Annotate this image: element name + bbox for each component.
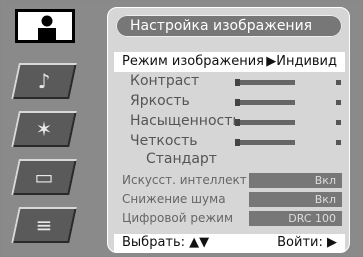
ai-option-value: Вкл — [249, 173, 342, 188]
settings-panel: Настройка изображения Режим изображения … — [107, 7, 350, 253]
picture-mode-value: ▶Индивид — [266, 52, 337, 72]
stars-icon[interactable]: ✶ — [11, 111, 77, 147]
slider-marker — [235, 139, 240, 146]
slider-end-marker — [336, 80, 341, 85]
select-hint: Выбрать: ▲▼ — [122, 235, 210, 250]
person-icon[interactable] — [15, 9, 75, 43]
digital-mode-value: DRC 100 — [249, 211, 342, 226]
picture-mode-row[interactable]: Режим изображения ▶Индивид — [114, 52, 345, 72]
enter-hint: Войти: ▶ — [277, 235, 337, 250]
slider-end-marker — [336, 120, 341, 125]
slider-marker — [235, 99, 240, 106]
tv-menu-frame: ♪ ✶ ▭ ≡ Настройка изображения Режим изоб… — [0, 0, 363, 257]
contrast-label[interactable]: Контраст — [130, 72, 199, 90]
sharpness-label[interactable]: Четкость — [130, 132, 198, 150]
document-icon[interactable]: ≡ — [11, 207, 77, 243]
contrast-slider[interactable] — [235, 79, 295, 86]
ai-option-label: Искусст. интеллект — [122, 173, 247, 187]
slider-marker — [235, 79, 240, 86]
briefcase-icon[interactable]: ▭ — [11, 159, 77, 195]
noise-reduction-row[interactable]: Снижение шума Вкл — [114, 191, 345, 208]
brightness-label[interactable]: Яркость — [130, 92, 190, 110]
arrow-right-icon: ▶ — [266, 54, 277, 69]
brightness-slider[interactable] — [235, 99, 295, 106]
standard-reset-button[interactable]: Стандарт — [146, 151, 217, 167]
slider-end-marker — [336, 100, 341, 105]
noise-reduction-label: Снижение шума — [122, 192, 226, 206]
saturation-label[interactable]: Насыщенность — [130, 112, 241, 130]
sharpness-slider[interactable] — [235, 139, 295, 146]
slider-marker — [235, 119, 240, 126]
sidebar: ♪ ✶ ▭ ≡ — [1, 1, 107, 256]
picture-mode-label: Режим изображения — [122, 54, 264, 69]
picture-mode-value-text: Индивид — [276, 54, 337, 69]
nav-hint-bar: Выбрать: ▲▼ Войти: ▶ — [114, 234, 345, 252]
music-note-icon[interactable]: ♪ — [11, 63, 77, 99]
noise-reduction-value: Вкл — [249, 192, 342, 207]
menu-title: Настройка изображения — [116, 15, 342, 37]
digital-mode-row[interactable]: Цифровой режим DRC 100 — [114, 210, 345, 227]
saturation-slider[interactable] — [235, 119, 295, 126]
slider-end-marker — [336, 140, 341, 145]
digital-mode-label: Цифровой режим — [122, 211, 234, 225]
ai-option-row[interactable]: Искусст. интеллект Вкл — [114, 172, 345, 189]
